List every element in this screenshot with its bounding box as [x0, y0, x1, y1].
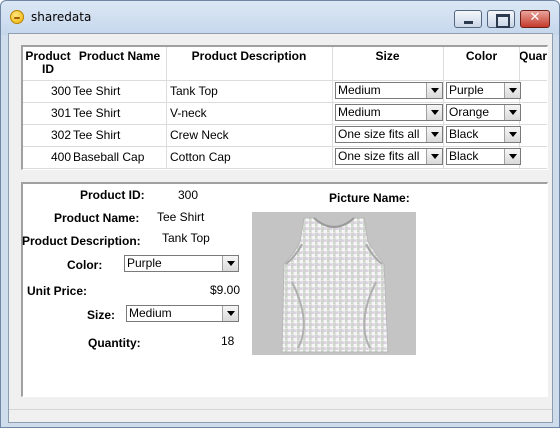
cell-product-id[interactable]: 301	[23, 106, 71, 120]
grid-divider	[332, 47, 333, 169]
size-value: One size fits all	[338, 149, 420, 163]
color-value: Orange	[449, 105, 490, 119]
cell-product-name[interactable]: Tee Shirt	[73, 84, 120, 98]
size-dropdown[interactable]: Medium	[126, 305, 239, 322]
cell-product-description[interactable]: V-neck	[170, 106, 207, 120]
size-value: Medium	[338, 83, 381, 97]
size-value: Medium	[338, 105, 381, 119]
size-dropdown[interactable]: One size fits all	[335, 148, 443, 165]
product-name-label: Product Name:	[54, 211, 140, 225]
cell-product-description[interactable]: Tank Top	[170, 84, 218, 98]
chevron-down-icon[interactable]	[222, 306, 238, 321]
unit-price-value: $9.00	[210, 283, 241, 297]
size-value: One size fits all	[338, 127, 420, 141]
chevron-down-icon[interactable]	[426, 127, 442, 142]
product-id-label: Product ID:	[80, 188, 145, 202]
product-detail-panel: Product ID: 300 Product Name: Tee Shirt …	[21, 182, 548, 397]
quantity-value: 18	[221, 334, 235, 348]
cell-product-name[interactable]: Tee Shirt	[73, 128, 120, 142]
chevron-down-icon[interactable]	[504, 127, 520, 142]
chevron-down-icon[interactable]	[222, 256, 238, 271]
chevron-down-icon[interactable]	[504, 149, 520, 164]
chevron-down-icon[interactable]	[426, 83, 442, 98]
color-dropdown[interactable]: Purple	[446, 82, 521, 99]
close-icon: ✕	[529, 10, 541, 25]
cell-product-id[interactable]: 302	[23, 128, 71, 142]
color-value: Black	[449, 149, 479, 163]
product-name-value: Tee Shirt	[157, 210, 205, 224]
color-dropdown[interactable]: Orange	[446, 104, 521, 121]
status-strip	[9, 409, 552, 422]
header-product-description[interactable]: Product Description	[166, 47, 332, 79]
cell-product-id[interactable]: 400	[23, 150, 71, 164]
color-dropdown[interactable]: Purple	[124, 255, 239, 272]
color-dropdown[interactable]: Black	[446, 126, 521, 143]
color-label: Color:	[67, 258, 103, 272]
product-picture	[252, 212, 416, 355]
app-icon	[10, 10, 24, 24]
picture-name-label: Picture Name:	[329, 191, 410, 205]
size-dropdown[interactable]: Medium	[335, 82, 443, 99]
product-id-value: 300	[178, 188, 199, 202]
close-button[interactable]: ✕	[520, 10, 550, 28]
header-product-name[interactable]: Product Name	[73, 47, 166, 79]
size-dropdown[interactable]: One size fits all	[335, 126, 443, 143]
color-dropdown[interactable]: Black	[446, 148, 521, 165]
header-size[interactable]: Size	[332, 47, 443, 79]
size-dropdown[interactable]: Medium	[335, 104, 443, 121]
cell-product-description[interactable]: Crew Neck	[170, 128, 229, 142]
header-quantity[interactable]: Quar	[519, 47, 547, 79]
product-description-value: Tank Top	[162, 231, 210, 245]
header-color[interactable]: Color	[443, 47, 520, 79]
grid-divider	[23, 124, 547, 125]
title-bar[interactable]: sharedata ✕	[1, 1, 559, 35]
size-value: Medium	[129, 306, 172, 320]
minimize-button[interactable]	[454, 10, 482, 28]
chevron-down-icon[interactable]	[504, 83, 520, 98]
window-title: sharedata	[31, 10, 92, 24]
color-value: Black	[449, 127, 479, 141]
cell-product-name[interactable]: Tee Shirt	[73, 106, 120, 120]
chevron-down-icon[interactable]	[504, 105, 520, 120]
header-product-id[interactable]: Product ID	[23, 47, 73, 79]
color-value: Purple	[449, 83, 484, 97]
grid-divider	[23, 146, 547, 147]
quantity-label: Quantity:	[88, 336, 141, 350]
grid-divider	[166, 47, 167, 169]
grid-divider	[23, 102, 547, 103]
product-description-label: Product Description:	[22, 234, 141, 248]
chevron-down-icon[interactable]	[426, 105, 442, 120]
client-area: Product ID Product Name Product Descript…	[8, 33, 553, 423]
color-value: Purple	[127, 256, 162, 270]
cell-product-name[interactable]: Baseball Cap	[73, 150, 144, 164]
grid-divider	[443, 47, 444, 169]
grid-divider	[23, 168, 547, 169]
products-grid[interactable]: Product ID Product Name Product Descript…	[21, 45, 548, 170]
grid-divider	[23, 80, 547, 81]
size-label: Size:	[87, 308, 116, 322]
unit-price-label: Unit Price:	[27, 284, 88, 298]
maximize-button[interactable]	[487, 10, 515, 28]
app-window: sharedata ✕ Product ID Product Name Prod…	[0, 0, 560, 428]
cell-product-description[interactable]: Cotton Cap	[170, 150, 231, 164]
tank-top-image	[252, 212, 416, 355]
chevron-down-icon[interactable]	[426, 149, 442, 164]
cell-product-id[interactable]: 300	[23, 84, 71, 98]
